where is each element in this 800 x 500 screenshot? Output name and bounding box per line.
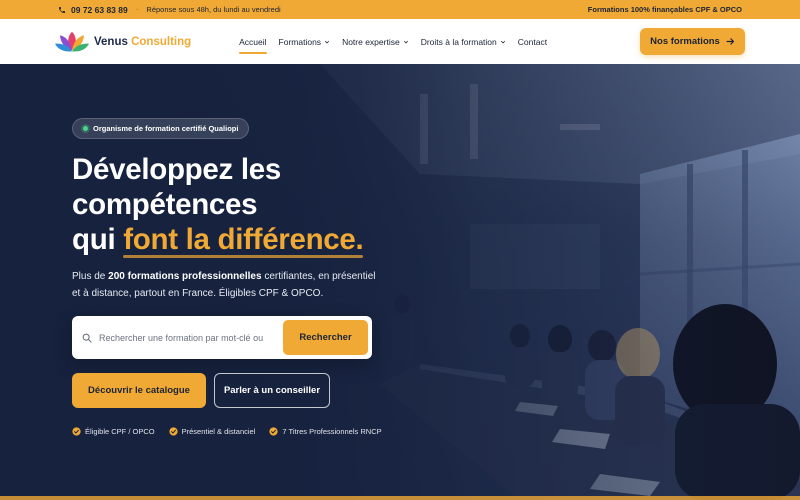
nav-item-contact[interactable]: Contact xyxy=(518,27,547,57)
lead-bold: 200 formations professionnelles xyxy=(108,271,262,282)
badge-label: Organisme de formation certifié Qualiopi xyxy=(93,124,239,133)
chevron-down-icon xyxy=(324,40,330,43)
hero-bottom-accent xyxy=(0,496,800,500)
status-dot-icon xyxy=(83,126,88,131)
separator: · xyxy=(135,5,139,14)
search-input[interactable] xyxy=(99,332,283,343)
lead-pre: Plus de xyxy=(72,271,106,282)
hero-highlights: Éligible CPF / OPCO Présentiel & distanc… xyxy=(72,427,382,436)
hero-title-highlight: font la différence. xyxy=(123,223,364,256)
highlight-item: 7 Titres Professionnels RNCP xyxy=(269,427,382,436)
nav-label: Notre expertise xyxy=(342,36,400,47)
nav-item-formations[interactable]: Formations xyxy=(279,27,331,57)
nav-label: Contact xyxy=(517,36,548,47)
phone-icon xyxy=(59,6,65,13)
nav-item-notre-expertise[interactable]: Notre expertise xyxy=(342,27,409,57)
cta-label: Nos formations xyxy=(650,36,720,47)
check-badge-icon xyxy=(269,427,279,436)
check-badge-icon xyxy=(168,427,178,436)
top-info-bar: 09 72 63 83 89 · Réponse sous 48h, du lu… xyxy=(0,0,800,19)
hero-title: Développez les compétences qui font la d… xyxy=(72,152,492,257)
search-icon xyxy=(82,333,92,343)
highlight-label: Présentiel & distanciel xyxy=(181,427,256,436)
hero-actions: Découvrir le catalogue Parler à un conse… xyxy=(72,373,330,408)
hero-title-line2: compétences xyxy=(72,188,258,221)
brand-name: Venus Consulting xyxy=(94,36,191,48)
nav-label: Droits à la formation xyxy=(420,36,497,47)
qualiopi-badge: Organisme de formation certifié Qualiopi xyxy=(72,118,250,139)
hero-title-line3a: qui xyxy=(72,223,116,256)
hero-lead: Plus de 200 formations professionnelles … xyxy=(72,268,382,302)
search-bar: Rechercher xyxy=(72,316,372,359)
funding-text: Formations 100% finançables CPF & OPCO xyxy=(587,5,742,14)
chevron-down-icon xyxy=(500,40,505,43)
brand-name-part1: Venus xyxy=(94,35,128,48)
logo-lotus-icon xyxy=(55,31,89,51)
site-header: Venus Consulting Accueil Formations Notr… xyxy=(0,19,800,64)
phone-link[interactable]: 09 72 63 83 89 xyxy=(58,5,128,15)
highlight-item: Présentiel & distanciel xyxy=(168,427,256,436)
highlight-label: Éligible CPF / OPCO xyxy=(85,427,155,436)
highlight-item: Éligible CPF / OPCO xyxy=(72,427,155,436)
nav-label: Accueil xyxy=(239,36,267,47)
logo[interactable]: Venus Consulting xyxy=(55,30,191,54)
phone-number: 09 72 63 83 89 xyxy=(71,4,128,15)
search-button[interactable]: Rechercher xyxy=(283,320,368,355)
response-time-text: Réponse sous 48h, du lundi au vendredi xyxy=(146,5,281,14)
nav-item-accueil[interactable]: Accueil xyxy=(239,27,267,57)
hero-title-line1: Développez les xyxy=(72,153,281,186)
nav-item-droits-formation[interactable]: Droits à la formation xyxy=(421,27,506,57)
nos-formations-button[interactable]: Nos formations xyxy=(640,28,745,55)
discover-catalog-button[interactable]: Découvrir le catalogue xyxy=(72,373,206,408)
talk-to-advisor-button[interactable]: Parler à un conseiller xyxy=(214,373,330,408)
main-nav: Accueil Formations Notre expertise Droit… xyxy=(239,27,547,57)
chevron-down-icon xyxy=(403,40,408,43)
check-badge-icon xyxy=(72,427,81,436)
highlight-label: 7 Titres Professionnels RNCP xyxy=(282,427,382,436)
brand-name-part2: Consulting xyxy=(131,35,192,48)
nav-label: Formations xyxy=(278,36,322,47)
arrow-right-icon xyxy=(726,38,734,45)
hero-section: Organisme de formation certifié Qualiopi… xyxy=(0,64,800,500)
